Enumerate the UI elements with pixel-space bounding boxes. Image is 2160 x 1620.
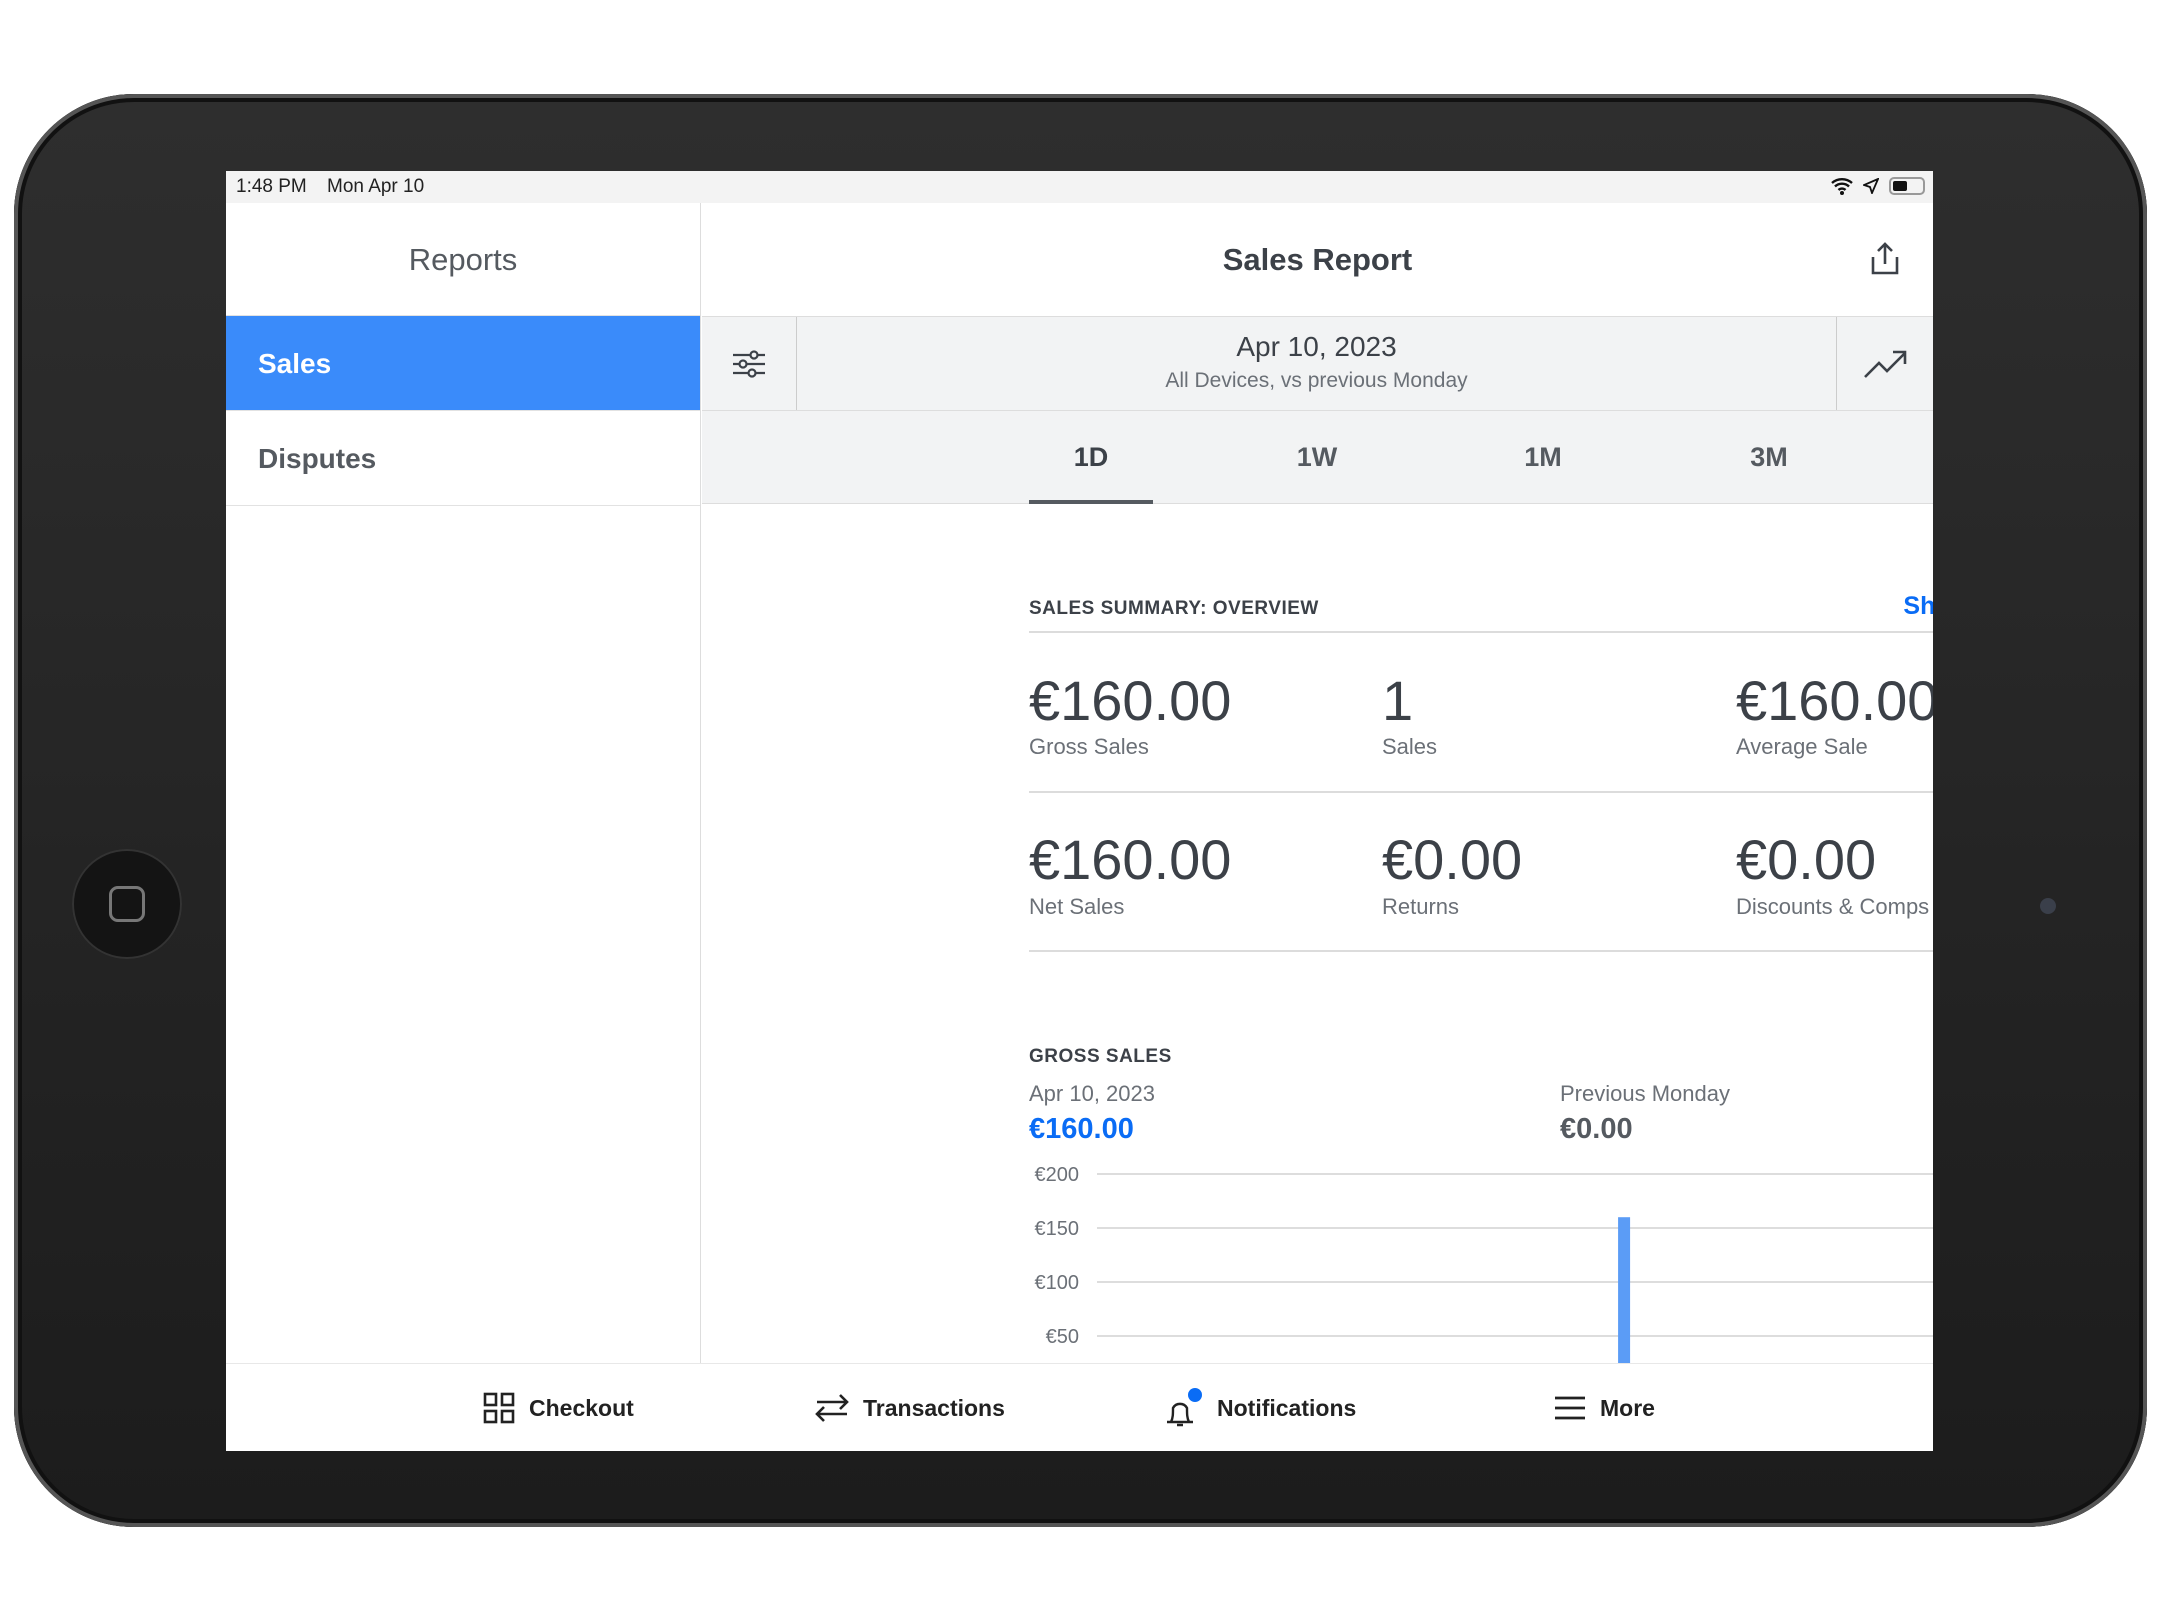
tab-3m[interactable]: 3M [1707, 411, 1831, 504]
current-period-label: Apr 10, 2023 [1029, 1081, 1155, 1106]
tab-checkout[interactable]: Checkout [483, 1364, 634, 1451]
trend-up-icon [1864, 350, 1907, 378]
previous-period-label: Previous Monday [1560, 1081, 1730, 1106]
summary-title: SALES SUMMARY: OVERVIEW [1029, 598, 1319, 619]
status-bar: 1:48 PM Mon Apr 10 [226, 171, 1933, 203]
grid-icon [483, 1392, 515, 1424]
current-period-value: €160.00 [1029, 1113, 1134, 1145]
trend-button[interactable] [1836, 317, 1933, 410]
date-range-selector[interactable]: Apr 10, 2023 All Devices, vs previous Mo… [797, 317, 1836, 410]
sales-count-value: 1 [1382, 669, 1414, 732]
battery-icon [1889, 177, 1925, 195]
sliders-icon [733, 349, 765, 378]
y-tick-label: €200 [1035, 1164, 1080, 1186]
gross-sales-chart: €0€50€100€150€200 [1035, 1164, 1933, 1398]
gross-sales-label: Gross Sales [1029, 734, 1149, 759]
bell-icon [1167, 1388, 1202, 1427]
tab-checkout-label: Checkout [529, 1394, 634, 1421]
period-tabs: 1D 1W 1M 3M 1Y [702, 411, 1933, 504]
returns-label: Returns [1382, 894, 1460, 919]
tab-1m[interactable]: 1M [1481, 411, 1605, 504]
notification-badge [1188, 1388, 1202, 1402]
sidebar-title-text: Reports [408, 242, 518, 277]
discounts-label: Discounts & Comps [1736, 894, 1930, 919]
filter-button[interactable] [702, 317, 797, 410]
returns-value: €0.00 [1382, 828, 1523, 891]
net-sales-value: €160.00 [1029, 828, 1232, 891]
tab-transactions-label: Transactions [863, 1394, 1005, 1421]
tab-1w[interactable]: 1W [1255, 411, 1379, 504]
sidebar-title: Reports [226, 203, 700, 316]
arrows-swap-icon [815, 1394, 849, 1422]
y-tick-label: €50 [1046, 1326, 1079, 1348]
status-date: Mon Apr 10 [327, 176, 425, 197]
y-tick-label: €100 [1035, 1272, 1080, 1294]
menu-icon [1555, 1396, 1585, 1420]
divider [1029, 631, 1933, 633]
sidebar-item-sales[interactable]: Sales [226, 316, 700, 411]
average-sale-value: €160.00 [1736, 669, 1933, 732]
status-time: 1:48 PM [236, 176, 307, 197]
show-details-link[interactable]: Show Details [1903, 592, 1933, 621]
page-title: Sales Report [1222, 242, 1413, 277]
home-button[interactable] [72, 849, 182, 959]
report-date: Apr 10, 2023 [1236, 331, 1397, 362]
page-header: Sales Report [702, 203, 1933, 316]
tab-more-label: More [1600, 1394, 1655, 1421]
y-tick-label: €150 [1035, 1218, 1080, 1240]
bottom-tab-bar: Checkout Transactions Notifications More [226, 1363, 1933, 1451]
report-subtitle: All Devices, vs previous Monday [1165, 369, 1468, 392]
divider [1029, 950, 1933, 952]
sidebar-item-disputes[interactable]: Disputes [226, 411, 700, 506]
share-icon[interactable] [1867, 241, 1903, 277]
sidebar: Reports Sales Disputes [226, 203, 701, 1363]
tab-notifications-label: Notifications [1217, 1394, 1357, 1421]
main-panel: Sales Report Apr 10, 2023 All Devices, v… [702, 203, 1933, 1398]
tab-more[interactable]: More [1554, 1364, 1655, 1451]
net-sales-label: Net Sales [1029, 894, 1125, 919]
divider [1029, 791, 1933, 793]
sales-count-label: Sales [1382, 734, 1438, 759]
gross-sales-title: GROSS SALES [1029, 1046, 1172, 1067]
wifi-icon [1831, 178, 1853, 195]
camera [2040, 898, 2056, 914]
tab-1d[interactable]: 1D [1029, 411, 1153, 504]
gross-sales-value: €160.00 [1029, 669, 1232, 732]
previous-period-value: €0.00 [1560, 1113, 1633, 1145]
tab-notifications[interactable]: Notifications [1163, 1364, 1356, 1451]
location-icon [1863, 178, 1879, 194]
screen: 1:48 PM Mon Apr 10 Reports Sales Dispute… [226, 171, 1933, 1451]
discounts-value: €0.00 [1736, 828, 1877, 891]
report-toolbar: Apr 10, 2023 All Devices, vs previous Mo… [702, 316, 1933, 411]
average-sale-label: Average Sale [1736, 734, 1868, 759]
tab-transactions[interactable]: Transactions [815, 1364, 1005, 1451]
